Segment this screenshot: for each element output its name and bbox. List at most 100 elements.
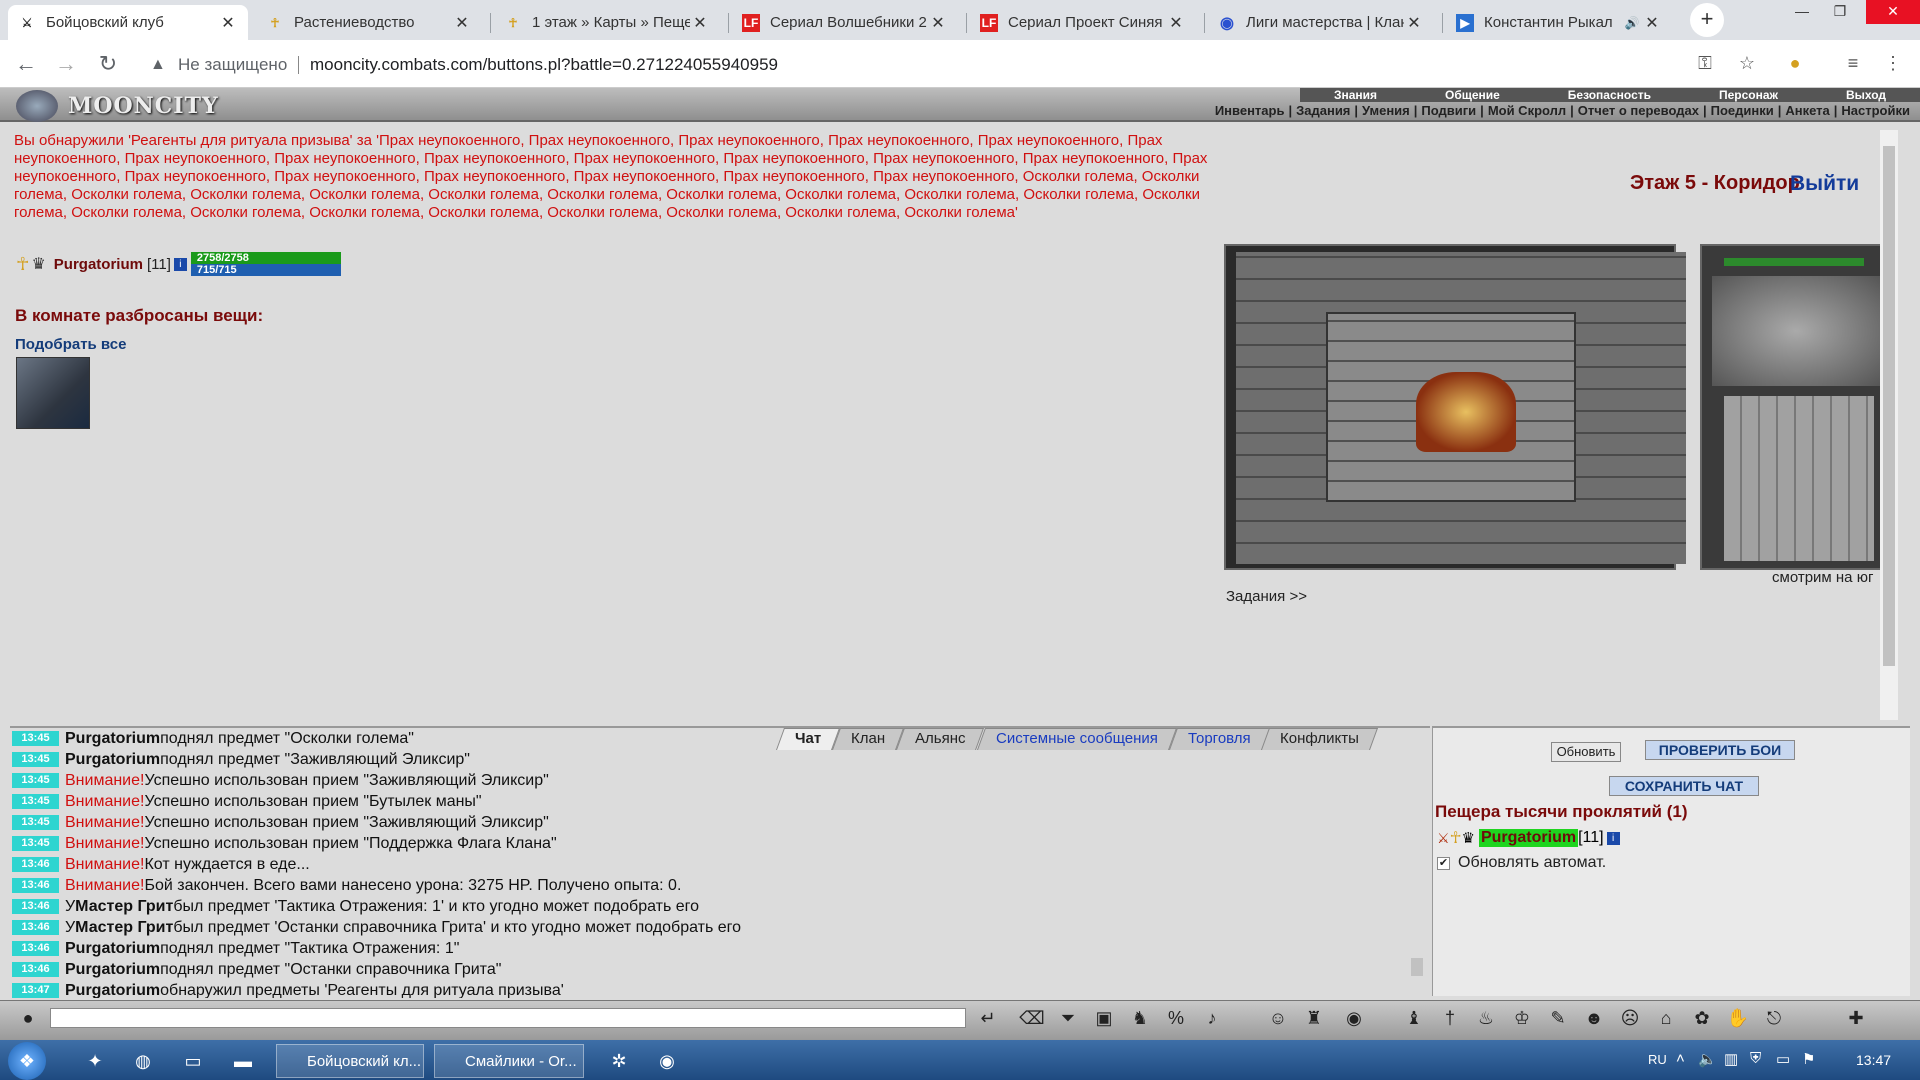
volume-icon[interactable]: 🔈	[1698, 1050, 1717, 1068]
main-scrollbar[interactable]	[1880, 130, 1898, 720]
tab-close-icon[interactable]: ✕	[1166, 13, 1186, 33]
minimize-button[interactable]: —	[1786, 0, 1818, 24]
player-name[interactable]: Purgatorium	[65, 961, 160, 979]
crown-icon[interactable]: ♔	[1508, 1004, 1536, 1032]
paw-icon[interactable]: ✿	[1688, 1004, 1716, 1032]
timestamp[interactable]: 13:46	[12, 920, 59, 935]
back-icon[interactable]: ←	[12, 50, 40, 78]
puzzle-icon[interactable]: ✚	[1842, 1004, 1870, 1032]
taskbar-app-browser[interactable]: Бойцовский кл...	[276, 1044, 424, 1078]
timestamp[interactable]: 13:45	[12, 836, 59, 851]
hand-icon[interactable]: ✋	[1724, 1004, 1752, 1032]
media-icon[interactable]: ≡	[1840, 50, 1866, 76]
filter-icon[interactable]: ⏷	[1054, 1004, 1082, 1032]
tab-cave-map[interactable]: ☥ 1 этаж » Карты » Пещера ✕	[494, 5, 720, 40]
submenu-inventory[interactable]: Инвентарь	[1211, 103, 1289, 119]
lock-icon[interactable]: ⌂	[1652, 1004, 1680, 1032]
refresh-button[interactable]: Обновить	[1551, 742, 1621, 762]
timestamp[interactable]: 13:47	[12, 983, 59, 998]
timestamp[interactable]: 13:45	[12, 731, 59, 746]
clan-icon[interactable]: ♜	[1300, 1004, 1328, 1032]
chat-scrollbar[interactable]	[1408, 726, 1426, 996]
pin-app-icon[interactable]: ✦	[82, 1048, 108, 1074]
potion-icon[interactable]: ♨	[1472, 1004, 1500, 1032]
translit-icon[interactable]: %	[1162, 1004, 1190, 1032]
timestamp[interactable]: 13:45	[12, 815, 59, 830]
new-tab-button[interactable]: +	[1690, 3, 1724, 37]
tab-alliance[interactable]: Альянс	[896, 728, 985, 750]
browser-pin-icon[interactable]: ◍	[130, 1048, 156, 1074]
timestamp[interactable]: 13:45	[12, 794, 59, 809]
player-name[interactable]: Purgatorium	[65, 751, 160, 769]
sound-icon[interactable]: ♪	[1198, 1004, 1226, 1032]
tab-series-wizards[interactable]: LF Сериал Волшебники 2 ✕	[732, 5, 958, 40]
smile-icon[interactable]: ☺	[1264, 1004, 1292, 1032]
flag-icon[interactable]: ⚑	[1802, 1050, 1815, 1068]
auto-refresh-option[interactable]: ✔ Обновлять автомат.	[1437, 854, 1606, 872]
maximize-button[interactable]: ❐	[1824, 0, 1856, 24]
submenu-tasks[interactable]: Задания	[1292, 103, 1354, 119]
extension-icon[interactable]: ●	[1782, 50, 1808, 76]
enter-icon[interactable]: ↵	[974, 1004, 1002, 1032]
tab-series-project[interactable]: LF Сериал Проект Синяя ✕	[970, 5, 1196, 40]
timestamp[interactable]: 13:46	[12, 878, 59, 893]
tray-up-icon[interactable]: ˄	[1676, 1050, 1685, 1067]
bag-icon[interactable]: ♝	[1400, 1004, 1428, 1032]
tab-system-messages[interactable]: Системные сообщения	[976, 728, 1177, 750]
player-name[interactable]: Мастер Грит	[75, 919, 173, 937]
tab-conflicts[interactable]: Конфликты	[1261, 728, 1379, 750]
reload-icon[interactable]: ↻	[94, 50, 122, 78]
room-item-image[interactable]	[16, 357, 90, 429]
forward-icon[interactable]: →	[52, 50, 80, 78]
run-icon[interactable]: ♞	[1126, 1004, 1154, 1032]
player-name[interactable]: Purgatorium	[65, 940, 160, 958]
check-fights-button[interactable]: ПРОВЕРИТЬ БОИ	[1645, 740, 1795, 760]
auto-refresh-checkbox[interactable]: ✔	[1437, 856, 1450, 870]
menu-exit[interactable]: Выход	[1846, 88, 1886, 102]
timestamp[interactable]: 13:45	[12, 773, 59, 788]
player-name[interactable]: Purgatorium	[65, 730, 160, 748]
tab-close-icon[interactable]: ✕	[928, 13, 948, 33]
submenu-transfers[interactable]: Отчет о переводах	[1574, 103, 1703, 119]
exit-door-icon[interactable]: ⎋	[1760, 1004, 1788, 1032]
tab-chat[interactable]: Чат	[775, 728, 841, 750]
network-icon[interactable]: ▥	[1724, 1050, 1738, 1068]
save-icon[interactable]: ▣	[1090, 1004, 1118, 1032]
player-name[interactable]: Purgatorium	[1478, 829, 1579, 847]
submenu-profile[interactable]: Анкета	[1781, 103, 1833, 119]
dungeon-view[interactable]	[1224, 244, 1686, 570]
corridor-view[interactable]	[1236, 252, 1686, 564]
tab-close-icon[interactable]: ✕	[1404, 13, 1424, 33]
display-icon[interactable]: ▭	[1776, 1050, 1790, 1068]
menu-knowledge[interactable]: Знания	[1334, 88, 1377, 102]
language-indicator[interactable]: RU	[1648, 1052, 1667, 1067]
scrollbar-thumb[interactable]	[1883, 146, 1895, 666]
tab-plants[interactable]: ☥ Растениеводство ✕	[256, 5, 482, 40]
player-name[interactable]: Purgatorium	[65, 982, 160, 999]
scroll-icon[interactable]: ✎	[1544, 1004, 1572, 1032]
info-icon[interactable]: i	[1606, 831, 1620, 845]
tab-close-icon[interactable]: ✕	[452, 13, 472, 33]
mask-icon[interactable]: ☻	[1580, 1004, 1608, 1032]
address-bar[interactable]: ▲ Не защищено mooncity.combats.com/butto…	[138, 48, 1748, 82]
tab-trade[interactable]: Торговля	[1168, 728, 1270, 750]
timestamp[interactable]: 13:46	[12, 962, 59, 977]
menu-icon[interactable]: ⋮	[1880, 50, 1906, 76]
submenu-fights[interactable]: Поединки	[1707, 103, 1778, 119]
pick-all-link[interactable]: Подобрать все	[15, 336, 126, 353]
menu-security[interactable]: Безопасность	[1568, 88, 1651, 102]
fight-icon[interactable]: ⚔	[1437, 830, 1450, 847]
timestamp[interactable]: 13:46	[12, 941, 59, 956]
menu-communication[interactable]: Общение	[1445, 88, 1500, 102]
exit-link[interactable]: Выйти	[1790, 172, 1859, 196]
close-window-button[interactable]: ✕	[1866, 0, 1920, 24]
clock[interactable]: 13:47	[1856, 1052, 1891, 1068]
tab-combats[interactable]: ⚔ Бойцовский клуб ✕	[8, 5, 248, 40]
record-icon[interactable]: ◉	[1340, 1004, 1368, 1032]
desktop-icon[interactable]: ▭	[180, 1048, 206, 1074]
gear-app-icon[interactable]: ✲	[606, 1048, 632, 1074]
scrollbar-thumb[interactable]	[1411, 958, 1423, 976]
submenu-skills[interactable]: Умения	[1358, 103, 1414, 119]
tab-close-icon[interactable]: ✕	[218, 13, 238, 33]
altar-object[interactable]	[1416, 372, 1516, 452]
